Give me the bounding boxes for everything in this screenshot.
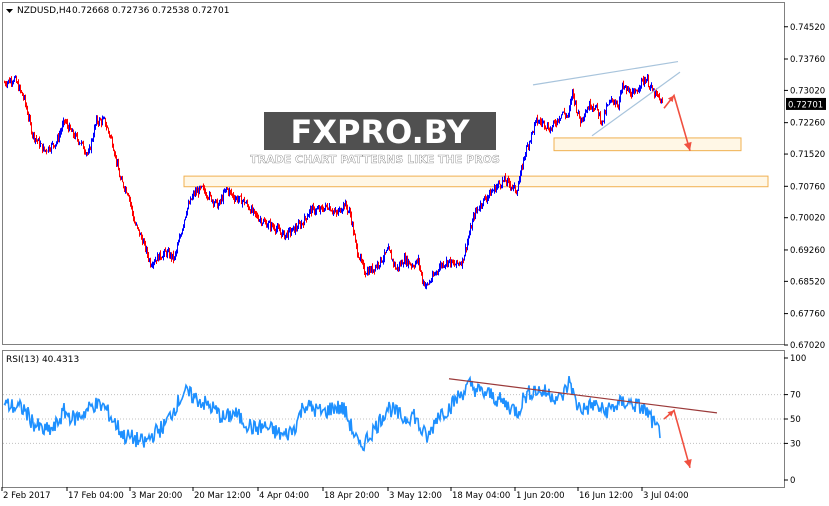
resistance-zone-1 [553, 137, 742, 152]
time-tick-label: 18 Apr 20:00 [324, 491, 379, 501]
time-tick-label: 3 Jul 04:00 [643, 491, 689, 501]
time-axis: 2 Feb 2017 17 Feb 04:00 3 Mar 20:00 20 Mar … [1, 487, 689, 501]
last-price-value: 0.72701 [788, 100, 823, 110]
rsi-tick-label: 30 [790, 439, 801, 449]
price-tick-label: 0.72260 [790, 119, 825, 129]
time-tick-label: 3 May 12:00 [389, 491, 442, 501]
ohlc-readout: 0.72668 0.72736 0.72538 0.72701 [72, 6, 229, 16]
rsi-tick-label: 70 [790, 391, 801, 401]
time-tick-label: 2 Feb 2017 [3, 491, 51, 501]
price-tick-label: 0.68520 [790, 277, 825, 287]
time-tick-label: 3 Mar 20:00 [131, 491, 182, 501]
price-tick-label: 0.70020 [790, 214, 825, 224]
rsi-label: RSI(13) 40.4313 [6, 355, 79, 365]
time-tick-label: 4 Apr 04:00 [259, 491, 309, 501]
rsi-axis: 100 70 50 30 0 [784, 354, 806, 486]
time-tick-label: 1 Jun 20:00 [516, 491, 565, 501]
symbol-label: NZDUSD,H4 [17, 6, 72, 16]
price-tick-label: 0.71520 [790, 150, 825, 160]
price-tick-label: 0.69260 [790, 246, 825, 256]
time-tick-label: 18 May 04:00 [452, 491, 510, 501]
price-tick-label: 0.67760 [790, 310, 825, 320]
price-tick-label: 0.70760 [790, 182, 825, 192]
price-axis: 0.74520 0.73760 0.73020 0.72260 0.71520 0.707… [784, 23, 825, 351]
rsi-tick-label: 0 [790, 476, 795, 486]
watermark-brand: FXPRO.BY [290, 113, 470, 151]
rsi-tick-label: 50 [790, 415, 801, 425]
watermark-logo: FXPRO.BY TRADE CHART PATTERNS LIKE THE P… [250, 112, 500, 166]
price-tick-label: 0.74520 [790, 23, 825, 33]
chart-canvas: FXPRO.BY TRADE CHART PATTERNS LIKE THE P… [1, 2, 826, 501]
time-tick-label: 16 Jun 12:00 [579, 491, 633, 501]
price-tick-label: 0.67020 [790, 341, 825, 351]
watermark-tagline: TRADE CHART PATTERNS LIKE THE PROS [250, 153, 500, 166]
resistance-zone-2 [183, 175, 769, 188]
time-tick-label: 17 Feb 04:00 [68, 491, 124, 501]
price-tick-label: 0.73760 [790, 55, 825, 65]
chart-header: NZDUSD,H4 0.72668 0.72736 0.72538 0.7270… [6, 6, 229, 16]
price-tick-label: 0.73020 [790, 86, 825, 96]
time-tick-label: 20 Mar 12:00 [194, 491, 251, 501]
last-price-tag: 0.72701 [786, 97, 826, 110]
rsi-tick-label: 100 [790, 354, 806, 364]
